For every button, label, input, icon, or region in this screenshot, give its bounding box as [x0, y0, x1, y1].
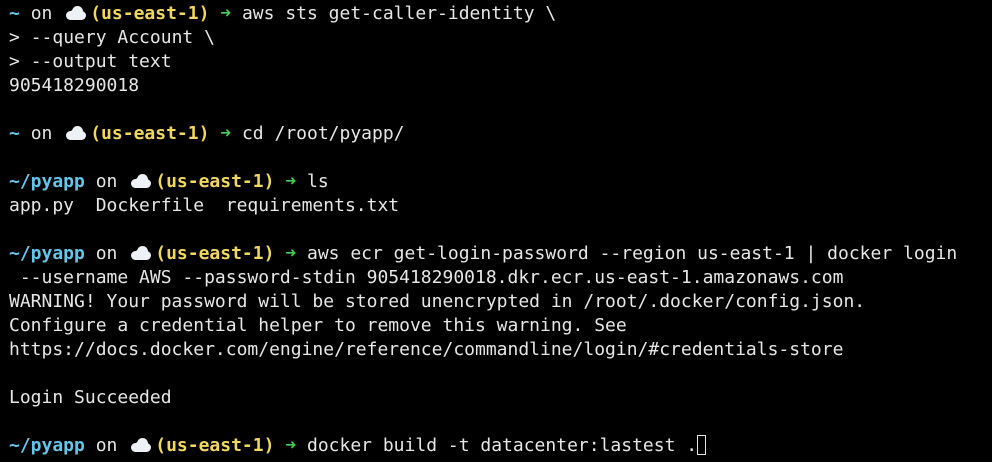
- continuation-prompt: >: [9, 27, 20, 48]
- prompt-arrow-icon: ➜: [220, 123, 232, 144]
- terminal-line: Login Succeeded: [9, 386, 992, 410]
- terminal-line: > --output text: [9, 50, 992, 74]
- terminal-line: ~ on (us-east-1) ➜ cd /root/pyapp/: [9, 122, 992, 146]
- prompt-region: (us-east-1): [155, 243, 275, 264]
- terminal-line: ~/pyapp on (us-east-1) ➜ aws ecr get-log…: [9, 242, 992, 266]
- prompt-on: on: [95, 243, 118, 264]
- terminal-line: ~/pyapp on (us-east-1) ➜ ls: [9, 170, 992, 194]
- terminal-line: Configure a credential helper to remove …: [9, 314, 992, 338]
- terminal-line: app.py Dockerfile requirements.txt: [9, 194, 992, 218]
- prompt-dir: ~/pyapp: [9, 243, 85, 264]
- terminal-input-line[interactable]: ~/pyapp on (us-east-1) ➜ docker build -t…: [9, 434, 992, 458]
- command-text: cd /root/pyapp/: [241, 123, 405, 144]
- prompt-region: (us-east-1): [155, 171, 275, 192]
- prompt-on: on: [30, 123, 53, 144]
- continuation-prompt: >: [9, 51, 20, 72]
- command-output: WARNING! Your password will be stored un…: [9, 291, 866, 312]
- terminal-line: WARNING! Your password will be stored un…: [9, 290, 992, 314]
- prompt-region: (us-east-1): [90, 123, 210, 144]
- terminal-window[interactable]: ~ on (us-east-1) ➜ aws sts get-caller-id…: [0, 0, 992, 462]
- prompt-on: on: [30, 3, 53, 24]
- prompt-region: (us-east-1): [155, 435, 275, 456]
- command-output: app.py Dockerfile requirements.txt: [9, 195, 400, 216]
- prompt-on: on: [95, 435, 118, 456]
- prompt-arrow-icon: ➜: [285, 243, 297, 264]
- command-text: ls: [306, 171, 329, 192]
- prompt-dir: ~: [9, 123, 20, 144]
- cloud-icon: [130, 174, 152, 188]
- command-output: https://docs.docker.com/engine/reference…: [9, 339, 844, 360]
- terminal-line: https://docs.docker.com/engine/reference…: [9, 338, 992, 362]
- terminal-line: ~ on (us-east-1) ➜ aws sts get-caller-id…: [9, 2, 992, 26]
- text-cursor: [697, 435, 707, 455]
- command-output: Login Succeeded: [9, 387, 172, 408]
- terminal-line: 905418290018: [9, 74, 992, 98]
- terminal-line: --username AWS --password-stdin 90541829…: [9, 266, 992, 290]
- prompt-arrow-icon: ➜: [285, 435, 297, 456]
- prompt-dir: ~: [9, 3, 20, 24]
- command-text: aws ecr get-login-password --region us-e…: [306, 243, 958, 264]
- prompt-dir: ~/pyapp: [9, 171, 85, 192]
- command-output: Configure a credential helper to remove …: [9, 315, 627, 336]
- prompt-on: on: [95, 171, 118, 192]
- terminal-line: > --query Account \: [9, 26, 992, 50]
- cloud-icon: [65, 126, 87, 140]
- command-text: aws sts get-caller-identity \: [241, 3, 557, 24]
- prompt-region: (us-east-1): [90, 3, 210, 24]
- command-output: 905418290018: [9, 75, 140, 96]
- cloud-icon: [130, 438, 152, 452]
- command-text: --output text: [30, 51, 172, 72]
- command-text-wrapped: --username AWS --password-stdin 90541829…: [9, 267, 844, 288]
- prompt-dir: ~/pyapp: [9, 435, 85, 456]
- cloud-icon: [65, 6, 87, 20]
- prompt-arrow-icon: ➜: [285, 171, 297, 192]
- command-input[interactable]: docker build -t datacenter:lastest .: [307, 435, 697, 456]
- cloud-icon: [130, 246, 152, 260]
- prompt-arrow-icon: ➜: [220, 3, 232, 24]
- command-text: --query Account \: [30, 27, 215, 48]
